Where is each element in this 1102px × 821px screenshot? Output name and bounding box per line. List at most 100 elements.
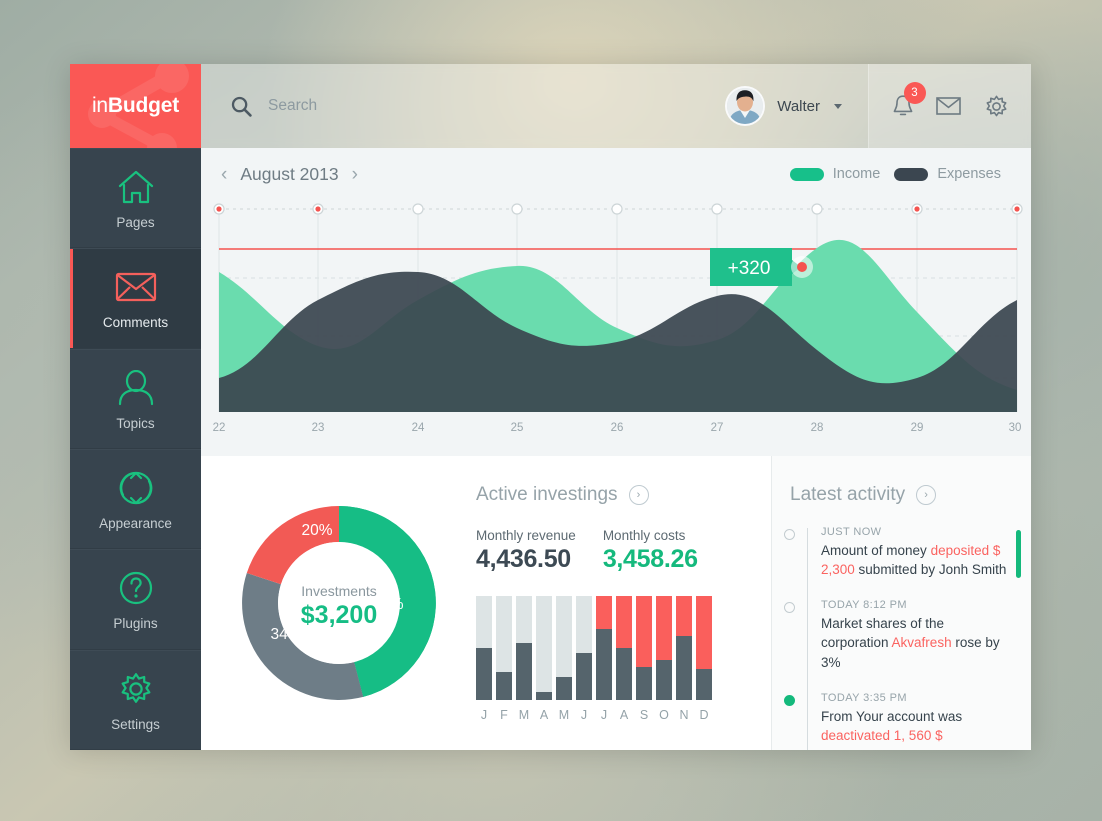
donut-center-label: Investments xyxy=(301,583,376,599)
donut-center-value: $3,200 xyxy=(300,601,376,629)
legend-label: Income xyxy=(832,166,881,182)
sidebar-item-plugins[interactable]: Plugins xyxy=(70,549,201,650)
search-input[interactable] xyxy=(268,97,598,115)
avatar xyxy=(725,86,766,126)
activity-text: From Your account was deactivated 1, 560… xyxy=(821,707,1013,745)
bar-column[interactable]: A xyxy=(536,596,552,722)
donut-label-red: 20% xyxy=(301,522,332,539)
sidebar-item-appearance[interactable]: Appearance xyxy=(70,448,201,550)
bar-column[interactable]: N xyxy=(676,596,692,722)
investings-more-button[interactable]: › xyxy=(628,485,649,505)
sidebar-item-comments[interactable]: Comments xyxy=(70,248,201,349)
sidebar-item-label: Pages xyxy=(116,215,155,231)
bar-column[interactable]: J xyxy=(576,596,592,722)
topbar: Walter 3 xyxy=(201,64,1031,148)
bar-column[interactable]: M xyxy=(516,596,532,722)
notification-badge: 3 xyxy=(903,82,926,104)
activity-highlight: deactivated 1, 560 $ xyxy=(821,727,943,743)
area-chart[interactable]: +320 22 23 24 25 26 27 28 29 30 xyxy=(201,200,1031,456)
next-month-button[interactable]: › xyxy=(352,165,358,184)
area-chart-panel: ‹ August 2013 › Income Expenses +320 22 … xyxy=(201,148,1031,456)
sidebar-item-label: Topics xyxy=(116,415,155,431)
bar-label: F xyxy=(500,708,508,722)
x-tick-label: 22 xyxy=(212,422,226,434)
app-logo[interactable]: inBudget xyxy=(70,64,201,148)
legend-item-expenses[interactable]: Expenses xyxy=(894,166,1001,182)
metric-value: 4,436.50 xyxy=(476,545,571,573)
bar-label: N xyxy=(679,708,689,722)
sidebar-item-label: Comments xyxy=(102,315,169,331)
bar-column[interactable]: F xyxy=(496,596,512,722)
x-tick-label: 23 xyxy=(311,422,325,434)
sidebar-item-pages[interactable]: Pages xyxy=(70,148,201,249)
activity-item[interactable]: TODAY 3:35 PM From Your account was deac… xyxy=(784,691,1013,745)
sidebar-item-settings[interactable]: Settings xyxy=(70,649,201,750)
metric-monthly-costs: Monthly costs 3,458.26 xyxy=(603,528,698,574)
activity-text-part: Amount of money xyxy=(821,543,931,558)
envelope-icon xyxy=(115,266,157,308)
donut-chart[interactable]: 46% 34% 20% Investments $3,200 xyxy=(223,487,455,719)
bar-column[interactable]: J xyxy=(476,596,492,722)
home-icon xyxy=(116,166,156,208)
metric-monthly-revenue: Monthly revenue 4,436.50 xyxy=(476,528,576,574)
bell-icon[interactable]: 3 xyxy=(892,82,926,118)
logo-prefix: in xyxy=(91,94,108,117)
bar-column[interactable]: A xyxy=(616,596,632,722)
activity-title: Latest activity xyxy=(790,484,906,505)
app-window: inBudget Pages Comments Topics Appearanc… xyxy=(70,64,1031,750)
metric-label: Monthly costs xyxy=(602,528,686,543)
donut-chart-container: 46% 34% 20% Investments $3,200 xyxy=(201,456,476,750)
activity-text-part: submitted by Jonh Smith xyxy=(854,562,1007,578)
main-content: Walter 3 xyxy=(201,64,1031,750)
bar-column[interactable]: S xyxy=(636,596,652,722)
lower-panels: 46% 34% 20% Investments $3,200 Active in… xyxy=(201,456,1031,750)
sidebar-item-label: Plugins xyxy=(113,616,158,632)
x-tick-label: 29 xyxy=(910,422,924,434)
activity-time: TODAY 8:12 PM xyxy=(821,599,907,612)
sidebar-item-topics[interactable]: Topics xyxy=(70,348,201,449)
sidebar: inBudget Pages Comments Topics Appearanc… xyxy=(70,64,201,750)
bar-label: M xyxy=(518,708,530,722)
donut-label-gray: 34% xyxy=(270,626,301,643)
bar-column[interactable]: O xyxy=(656,596,672,722)
bar-label: M xyxy=(558,708,570,722)
logo-bold: Budget xyxy=(107,94,180,117)
bar-column[interactable]: M xyxy=(556,596,572,722)
activity-time: JUST NOW xyxy=(821,526,882,538)
x-axis-labels: 22 23 24 25 26 27 28 29 30 xyxy=(201,422,1031,442)
bar-column[interactable]: D xyxy=(696,596,712,722)
legend-swatch-expenses xyxy=(894,167,929,181)
bar-label: J xyxy=(580,708,588,722)
refresh-icon xyxy=(117,467,155,509)
search-icon[interactable] xyxy=(231,96,252,117)
month-label: August 2013 xyxy=(240,163,339,184)
legend-item-income[interactable]: Income xyxy=(789,166,881,182)
date-navigator: ‹ August 2013 › xyxy=(221,164,358,185)
activity-item[interactable]: TODAY 8:12 PM Market shares of the corpo… xyxy=(784,599,1013,671)
envelope-icon[interactable] xyxy=(936,96,961,116)
activity-scrollbar[interactable] xyxy=(1016,530,1021,578)
investings-panel: 46% 34% 20% Investments $3,200 Active in… xyxy=(201,456,771,750)
gear-icon[interactable] xyxy=(984,94,1009,119)
x-tick-label: 27 xyxy=(710,422,724,434)
question-icon xyxy=(117,567,155,609)
user-menu[interactable]: Walter xyxy=(725,64,868,148)
activity-more-button[interactable]: › xyxy=(916,485,937,505)
user-name: Walter xyxy=(777,97,820,115)
prev-month-button[interactable]: ‹ xyxy=(221,165,227,184)
desktop-background: inBudget Pages Comments Topics Appearanc… xyxy=(0,0,1102,821)
latest-activity-panel: Latest activity › JUST NOW Amount of mon… xyxy=(771,456,1031,750)
tooltip-label: +320 xyxy=(728,258,771,279)
activity-item[interactable]: JUST NOW Amount of money deposited $ 2,3… xyxy=(784,526,1013,579)
search-area xyxy=(201,64,725,148)
activity-highlight: Akvafresh xyxy=(891,635,952,651)
x-tick-label: 28 xyxy=(810,422,824,434)
x-tick-label: 24 xyxy=(411,422,425,434)
bar-chart[interactable]: J F M A M J J A S O N D xyxy=(476,596,751,722)
chevron-down-icon[interactable] xyxy=(834,103,842,109)
activity-time: TODAY 3:35 PM xyxy=(821,691,907,704)
timeline-dot-icon xyxy=(784,694,795,706)
metrics-row: Monthly revenue 4,436.50 Monthly costs 3… xyxy=(476,528,751,574)
bar-column[interactable]: J xyxy=(596,596,612,722)
bar-label: A xyxy=(619,708,629,722)
